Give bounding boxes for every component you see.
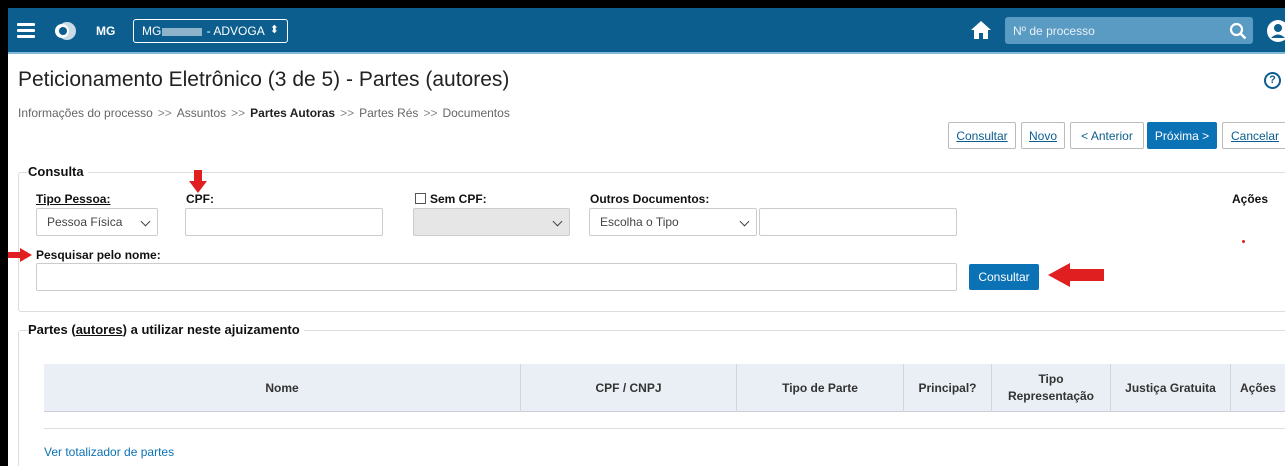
sort-arrows-icon: ⬍ xyxy=(269,24,279,36)
chevron-down-icon xyxy=(140,216,151,227)
outros-documentos-value: Escolha o Tipo xyxy=(600,215,679,229)
consultar-action-label: Consultar xyxy=(956,128,1008,143)
breadcrumb-item-partes-autoras: Partes Autoras xyxy=(250,106,336,120)
cancelar-label: Cancelar xyxy=(1230,128,1280,143)
tribunal-label: MG xyxy=(96,24,116,38)
annotation-arrow-left-icon xyxy=(1048,263,1104,287)
totalizador-link[interactable]: Ver totalizador de partes xyxy=(44,445,174,459)
chevron-down-icon xyxy=(739,216,750,227)
cpf-input[interactable] xyxy=(185,208,383,236)
proxima-button[interactable]: Próxima > xyxy=(1147,122,1217,149)
breadcrumb-separator: >> xyxy=(340,106,355,120)
consultar-action-button[interactable]: Consultar xyxy=(948,122,1016,149)
sem-cpf-checkbox[interactable] xyxy=(415,193,426,204)
breadcrumb-item-partes-res[interactable]: Partes Rés xyxy=(359,106,418,120)
breadcrumb: Informações do processo >> Assuntos >> Parte… xyxy=(18,106,510,120)
table-divider xyxy=(44,428,1285,429)
outros-documentos-select[interactable]: Escolha o Tipo xyxy=(589,208,757,236)
org-prefix: MG xyxy=(142,24,162,38)
column-header-justica-gratuita: Justiça Gratuita xyxy=(1111,364,1231,412)
menu-icon[interactable] xyxy=(17,23,35,38)
help-icon[interactable]: ? xyxy=(1264,72,1281,89)
consulta-legend: Consulta xyxy=(28,164,88,179)
breadcrumb-item-assuntos[interactable]: Assuntos xyxy=(177,106,226,120)
user-icon[interactable] xyxy=(1266,18,1285,44)
sem-cpf-label: Sem CPF: xyxy=(430,192,487,206)
partes-legend-suffix: ) a utilizar neste ajuizamento xyxy=(122,322,300,337)
tipo-pessoa-label: Tipo Pessoa: xyxy=(36,192,110,206)
novo-button[interactable]: Novo xyxy=(1021,122,1065,149)
top-bar: MG MG - ADVOGA ⬍ xyxy=(8,8,1285,54)
column-header-principal: Principal? xyxy=(904,364,992,412)
breadcrumb-item-informacoes[interactable]: Informações do processo xyxy=(18,106,153,120)
process-number-input[interactable] xyxy=(1005,17,1253,44)
outros-documentos-input[interactable] xyxy=(759,208,957,236)
column-header-tipo-parte: Tipo de Parte xyxy=(737,364,904,412)
tipo-pessoa-value: Pessoa Física xyxy=(47,215,123,229)
tipo-pessoa-select[interactable]: Pessoa Física xyxy=(36,208,158,236)
acoes-label: Ações xyxy=(1232,192,1269,206)
breadcrumb-separator: >> xyxy=(423,106,438,120)
cpf-label: CPF: xyxy=(186,192,214,206)
cancelar-button[interactable]: Cancelar xyxy=(1222,122,1285,149)
outros-documentos-label: Outros Documentos: xyxy=(590,192,710,206)
org-suffix: - ADVOGA xyxy=(203,24,265,38)
home-icon[interactable] xyxy=(970,20,992,40)
column-header-nome: Nome xyxy=(44,364,521,412)
tribunal-logo-icon xyxy=(55,22,76,40)
chevron-down-icon xyxy=(552,216,563,227)
anterior-button[interactable]: < Anterior xyxy=(1070,122,1144,149)
tipo-pessoa-label-text: Tipo Pessoa: xyxy=(36,192,111,206)
pesquisar-nome-label: Pesquisar pelo nome: xyxy=(36,248,161,262)
table-header: Nome CPF / CNPJ Tipo de Parte Principal?… xyxy=(44,364,1285,412)
column-header-cpf-cnpj: CPF / CNPJ xyxy=(521,364,737,412)
organization-select[interactable]: MG - ADVOGA ⬍ xyxy=(133,19,288,43)
annotation-arrow-down-icon xyxy=(189,170,207,193)
masked-text xyxy=(162,27,203,36)
column-header-tipo-representacao: Tipo Representação xyxy=(992,364,1111,412)
search-icon[interactable] xyxy=(1229,22,1247,40)
breadcrumb-separator: >> xyxy=(157,106,172,120)
consultar-nome-button[interactable]: Consultar xyxy=(969,264,1039,290)
page-title: Peticionamento Eletrônico (3 de 5) - Par… xyxy=(18,68,510,91)
nome-search-input[interactable] xyxy=(36,263,957,291)
breadcrumb-item-documentos[interactable]: Documentos xyxy=(442,106,509,120)
red-marker-dot xyxy=(1242,240,1245,243)
column-header-acoes: Ações xyxy=(1239,380,1277,395)
partes-legend: Partes (autores) a utilizar neste ajuiza… xyxy=(28,322,304,337)
sem-cpf-select xyxy=(413,208,570,236)
partes-legend-prefix: Partes ( xyxy=(28,322,76,337)
novo-label: Novo xyxy=(1028,128,1057,143)
breadcrumb-separator: >> xyxy=(231,106,246,120)
annotation-arrow-right-icon xyxy=(8,248,32,262)
page: MG MG - ADVOGA ⬍ Peticionamento Eletrôni… xyxy=(8,8,1285,466)
partes-legend-link: autores xyxy=(75,322,123,337)
